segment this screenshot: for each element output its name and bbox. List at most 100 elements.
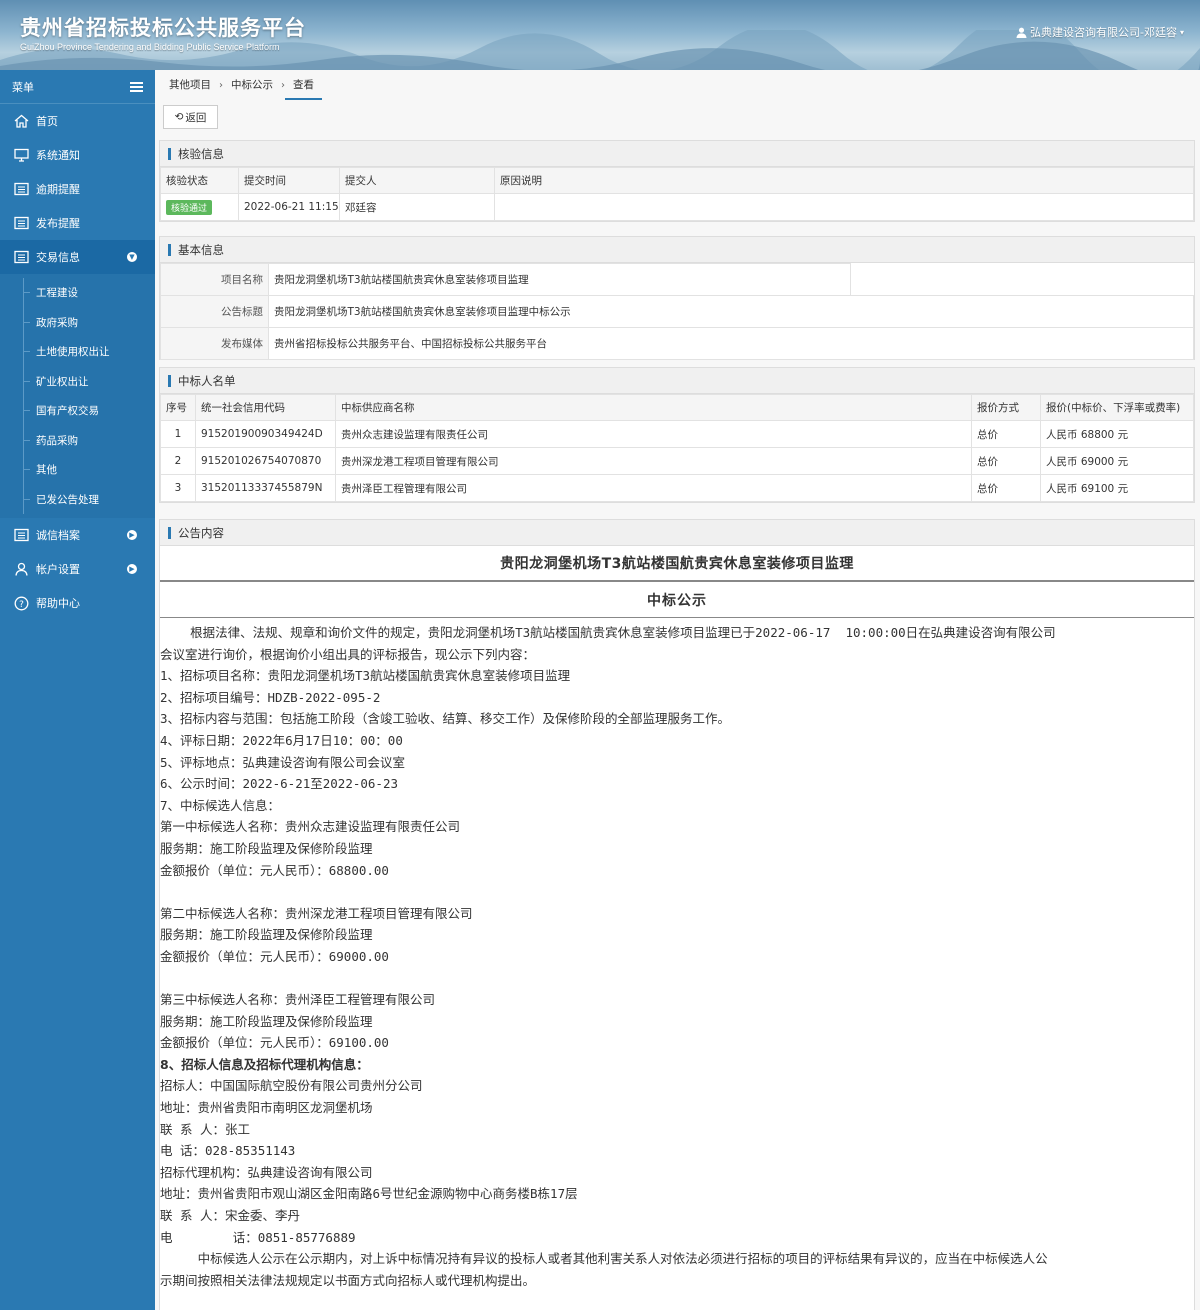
user-icon [12, 560, 30, 578]
announcement-line: 金额报价（单位：元人民币）：69000.00 [160, 948, 389, 964]
chevron-down-icon: ▼ [127, 252, 137, 262]
announcement-heading: 贵阳龙洞堡机场T3航站楼国航贵宾休息室装修项目监理 [160, 546, 1194, 582]
column-header: 中标供应商名称 [335, 394, 972, 421]
column-header: 原因说明 [494, 167, 1194, 194]
list-icon [12, 214, 30, 232]
back-icon: ⟲ [174, 111, 184, 123]
announcement-line: 3、招标内容与范围：包括施工阶段（含竣工验收、结算、移交工作）及保修阶段的全部监… [160, 711, 731, 727]
reason [494, 193, 1194, 221]
announcement-line: 6、公示时间：2022-6-21至2022-06-23 [160, 776, 399, 792]
sidebar-item-notice[interactable]: 系统通知 [0, 138, 155, 172]
announcement-body: 根据法律、法规、规章和询价文件的规定，贵阳龙洞堡机场T3航站楼国航贵宾休息室装修… [160, 618, 1194, 1291]
monitor-icon [12, 146, 30, 164]
publish-media: 贵州省招标投标公共服务平台、中国招标投标公共服务平台 [268, 327, 1194, 360]
announcement-line: 金额报价（单位：元人民币）：68800.00 [160, 862, 389, 878]
announcement-line: 地址：贵州省贵阳市南明区龙洞堡机场 [160, 1100, 373, 1116]
announcement-line: 服务期：施工阶段监理及保修阶段监理 [160, 840, 373, 856]
basic-info-panel: 基本信息 项目名称 贵阳龙洞堡机场T3航站楼国航贵宾休息室装修项目监理 公告标题… [159, 236, 1195, 360]
breadcrumb-other-projects[interactable]: 其他项目 [161, 70, 219, 100]
sidebar-item-overdue[interactable]: 逾期提醒 [0, 172, 155, 206]
sidebar-item-label: 帮助中心 [36, 597, 80, 610]
column-header: 提交时间 [238, 167, 340, 194]
top-header: 贵州省招标投标公共服务平台 GuiZhou Province Tendering… [0, 0, 1200, 70]
sidebar-item-publish[interactable]: 发布提醒 [0, 206, 155, 240]
hamburger-icon[interactable] [130, 81, 143, 92]
submenu-item-published-handling[interactable]: 已发公告处理 [0, 484, 155, 515]
submenu-item-state-assets[interactable]: 国有产权交易 [0, 396, 155, 426]
user-icon [1016, 27, 1027, 38]
user-menu[interactable]: 弘典建设咨询有限公司-邓廷容 ▾ [1016, 24, 1184, 40]
submenu-item-drug-procurement[interactable]: 药品采购 [0, 425, 155, 456]
submenu-item-land-use[interactable]: 土地使用权出让 [0, 337, 155, 367]
chevron-right-icon: ▶ [127, 564, 137, 574]
project-name: 贵阳龙洞堡机场T3航站楼国航贵宾休息室装修项目监理 [268, 263, 851, 296]
announcement-line [160, 968, 1194, 990]
sidebar-item-label: 首页 [36, 115, 58, 128]
sidebar-item-trade-info[interactable]: 交易信息 ▼ [0, 240, 155, 274]
trade-info-submenu: 工程建设 政府采购 土地使用权出让 矿业权出让 国有产权交易 药品采购 其他 已… [0, 274, 155, 518]
platform-title: 贵州省招标投标公共服务平台 [20, 16, 306, 40]
help-icon: ? [12, 594, 30, 612]
row-index: 2 [160, 447, 196, 475]
table-row: 核验通过 2022-06-21 11:15 邓廷容 [160, 193, 1194, 221]
list-icon [12, 526, 30, 544]
platform-subtitle: GuiZhou Province Tendering and Bidding P… [20, 42, 280, 52]
announcement-line [160, 881, 1194, 903]
home-icon [12, 112, 30, 130]
menu-label: 菜单 [12, 80, 34, 94]
announcement-line: 服务期：施工阶段监理及保修阶段监理 [160, 1013, 373, 1029]
field-label: 公告标题 [160, 295, 269, 328]
list-icon [12, 248, 30, 266]
submenu-item-other[interactable]: 其他 [0, 455, 155, 485]
sidebar-item-label: 系统通知 [36, 149, 80, 162]
announcement-line: 电 话：0851-85776889 [160, 1229, 356, 1245]
breadcrumb: 其他项目 › 中标公示 › 查看 [161, 70, 322, 100]
field-label: 发布媒体 [160, 327, 269, 360]
column-header: 序号 [160, 394, 196, 421]
announcement-line: 招标人：中国国际航空股份有限公司贵州分公司 [160, 1078, 423, 1094]
row-index: 1 [160, 420, 196, 448]
sidebar-item-label: 逾期提醒 [36, 183, 80, 196]
announcement-subheading: 中标公示 [160, 582, 1194, 618]
sidebar-item-help[interactable]: ? 帮助中心 [0, 586, 155, 620]
submenu-item-mining-rights[interactable]: 矿业权出让 [0, 366, 155, 397]
back-button-label: 返回 [185, 111, 207, 124]
sidebar-item-credit[interactable]: 诚信档案 ▶ [0, 518, 155, 552]
sidebar-item-label: 交易信息 [36, 251, 80, 264]
announcement-line: 8、招标人信息及招标代理机构信息： [160, 1056, 369, 1072]
submenu-item-engineering[interactable]: 工程建设 [0, 278, 155, 308]
announcement-line: 根据法律、法规、规章和询价文件的规定，贵阳龙洞堡机场T3航站楼国航贵宾休息室装修… [160, 625, 1056, 640]
submenu-item-gov-procurement[interactable]: 政府采购 [0, 307, 155, 338]
sidebar-item-label: 诚信档案 [36, 529, 80, 542]
announcement-line: 4、评标日期：2022年6月17日10：00：00 [160, 732, 403, 748]
supplier-name: 贵州泽臣工程管理有限公司 [335, 474, 972, 502]
sidebar-item-home[interactable]: 首页 [0, 104, 155, 138]
announcement-line: 联 系 人：宋金委、李丹 [160, 1208, 301, 1224]
winners-table: 序号 统一社会信用代码 中标供应商名称 报价方式 报价(中标价、下浮率或费率) … [160, 394, 1194, 502]
announcement-line: 7、中标候选人信息： [160, 797, 281, 813]
sidebar-item-account[interactable]: 帐户设置 ▶ [0, 552, 155, 586]
back-button[interactable]: ⟲ 返回 [163, 105, 218, 129]
announcement-line: 招标代理机构：弘典建设咨询有限公司 [160, 1164, 373, 1180]
announcement-line: 联 系 人：张工 [160, 1121, 251, 1137]
winners-panel-title: 中标人名单 [160, 368, 1194, 394]
column-header: 报价方式 [971, 394, 1041, 421]
verify-panel-title: 核验信息 [160, 141, 1194, 167]
breadcrumb-view: 查看 [285, 70, 322, 100]
announcement-line: 第二中标候选人名称：贵州深龙港工程项目管理有限公司 [160, 905, 473, 921]
announcement-panel: 公告内容 贵阳龙洞堡机场T3航站楼国航贵宾休息室装修项目监理 中标公示 根据法律… [159, 519, 1195, 1310]
credit-code: 91520190090349424D [195, 420, 336, 448]
field-label: 项目名称 [160, 263, 269, 296]
column-header: 统一社会信用代码 [195, 394, 336, 421]
quote-amount: 人民币 68800 元 [1040, 420, 1194, 448]
quote-amount: 人民币 69100 元 [1040, 474, 1194, 502]
column-header: 报价(中标价、下浮率或费率) [1040, 394, 1194, 421]
svg-text:?: ? [19, 600, 24, 610]
breadcrumb-bid-notice[interactable]: 中标公示 [223, 70, 281, 100]
announcement-panel-title: 公告内容 [160, 520, 1194, 546]
basic-info-panel-title: 基本信息 [160, 237, 1194, 263]
table-row: 3 31520113337455879N 贵州泽臣工程管理有限公司 总价 人民币… [160, 474, 1194, 502]
row-index: 3 [160, 474, 196, 502]
submitter: 邓廷容 [339, 193, 495, 221]
table-row: 2 915201026754070870 贵州深龙港工程项目管理有限公司 总价 … [160, 447, 1194, 475]
